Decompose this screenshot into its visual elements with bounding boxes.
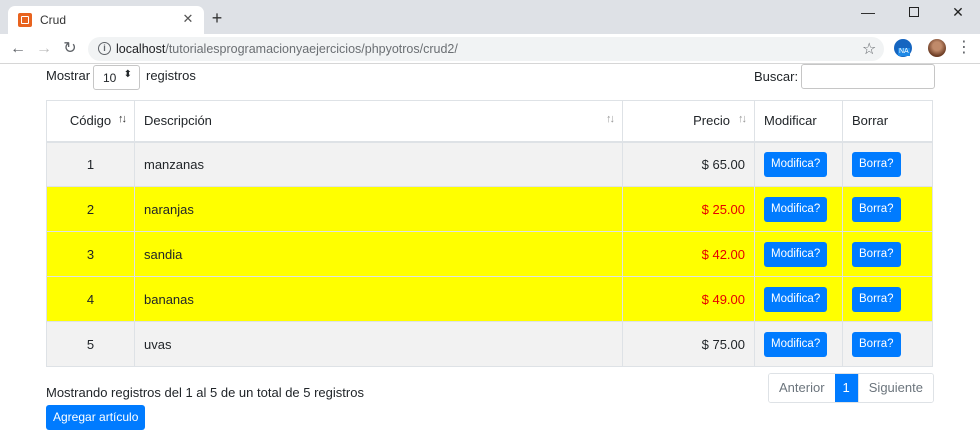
articles-table: Código ↑↓ Descripción ↑↓ Precio ↑↓ Modifica… (46, 100, 933, 367)
cell-description: naranjas (134, 186, 623, 232)
cell-price: $ 42.00 (622, 231, 755, 277)
cell-modify: Modifica? (754, 141, 843, 187)
delete-button[interactable]: Borra? (852, 196, 901, 222)
cell-delete: Borra? (842, 186, 933, 232)
delete-button[interactable]: Borra? (852, 286, 901, 312)
table-row: 4 bananas $ 49.00 Modifica? Borra? (46, 276, 933, 322)
select-arrows-icon: ⬍ (123, 69, 132, 80)
delete-button[interactable]: Borra? (852, 241, 901, 267)
cell-delete: Borra? (842, 276, 933, 322)
page-length-value: 10 (103, 71, 117, 85)
extension-icon[interactable] (894, 39, 912, 57)
modify-button[interactable]: Modifica? (764, 241, 828, 267)
cell-price: $ 49.00 (622, 276, 755, 322)
column-header-code[interactable]: Código ↑↓ (46, 100, 135, 143)
cell-modify: Modifica? (754, 186, 843, 232)
modify-button[interactable]: Modifica? (764, 151, 828, 177)
pagination-previous[interactable]: Anterior (769, 374, 835, 402)
sort-asc-icon: ↑↓ (118, 113, 127, 125)
records-label: registros (146, 68, 196, 83)
cell-description: sandia (134, 231, 623, 277)
cell-price: $ 65.00 (622, 141, 755, 187)
table-row: 1 manzanas $ 65.00 Modifica? Borra? (46, 141, 933, 187)
new-tab-icon[interactable]: + (208, 9, 226, 27)
search-label: Buscar: (754, 69, 799, 84)
site-info-icon[interactable]: i (98, 42, 111, 55)
browser-tab[interactable]: Crud ✕ (8, 6, 204, 34)
reload-icon[interactable]: ↻ (60, 39, 80, 59)
column-header-price[interactable]: Precio ↑↓ (622, 100, 755, 143)
table-row: 5 uvas $ 75.00 Modifica? Borra? (46, 321, 933, 367)
close-tab-icon[interactable]: ✕ (180, 11, 196, 27)
show-label: Mostrar (46, 68, 91, 83)
table-row: 2 naranjas $ 25.00 Modifica? Borra? (46, 186, 933, 232)
sort-icon: ↑↓ (606, 113, 615, 125)
browser-tab-strip: Crud ✕ + — ✕ (0, 0, 980, 34)
cell-code: 1 (46, 141, 135, 187)
sort-icon: ↑↓ (738, 113, 747, 125)
cell-description: uvas (134, 321, 623, 367)
cell-modify: Modifica? (754, 321, 843, 367)
cell-delete: Borra? (842, 231, 933, 277)
delete-button[interactable]: Borra? (852, 151, 901, 177)
page-content: Mostrar 10 ⬍ registros Buscar: Código ↑↓ … (0, 64, 980, 442)
tab-title: Crud (40, 13, 67, 27)
column-header-description[interactable]: Descripción ↑↓ (134, 100, 623, 143)
table-header-row: Código ↑↓ Descripción ↑↓ Precio ↑↓ Modifica… (46, 100, 933, 143)
modify-button[interactable]: Modifica? (764, 286, 828, 312)
cell-description: bananas (134, 276, 623, 322)
cell-price: $ 75.00 (622, 321, 755, 367)
cell-price: $ 25.00 (622, 186, 755, 232)
cell-modify: Modifica? (754, 231, 843, 277)
maximize-window-icon[interactable] (892, 0, 936, 26)
table-info-text: Mostrando registros del 1 al 5 de un tot… (46, 385, 364, 400)
pagination-next[interactable]: Siguiente (857, 374, 933, 402)
add-article-button[interactable]: Agregar artículo (46, 405, 146, 430)
cell-delete: Borra? (842, 141, 933, 187)
search-input[interactable] (801, 64, 935, 89)
delete-button[interactable]: Borra? (852, 331, 901, 357)
minimize-window-icon[interactable]: — (846, 0, 890, 26)
page-length-select[interactable]: 10 ⬍ (93, 65, 140, 90)
modify-button[interactable]: Modifica? (764, 196, 828, 222)
table-row: 3 sandia $ 42.00 Modifica? Borra? (46, 231, 933, 277)
pagination-page-1[interactable]: 1 (834, 374, 858, 402)
cell-delete: Borra? (842, 321, 933, 367)
profile-avatar[interactable] (928, 39, 946, 57)
cell-modify: Modifica? (754, 276, 843, 322)
cell-code: 4 (46, 276, 135, 322)
browser-toolbar: ← → ↻ i localhost/tutorialesprogramacion… (0, 34, 980, 64)
browser-menu-icon[interactable]: ⋮ (956, 38, 972, 58)
cell-code: 3 (46, 231, 135, 277)
cell-code: 2 (46, 186, 135, 232)
cell-description: manzanas (134, 141, 623, 187)
column-header-delete: Borrar (842, 100, 933, 143)
bookmark-star-icon[interactable]: ☆ (862, 39, 876, 59)
xampp-favicon-icon (18, 13, 32, 27)
back-arrow-icon[interactable]: ← (8, 39, 28, 59)
cell-code: 5 (46, 321, 135, 367)
forward-arrow-icon[interactable]: → (34, 39, 54, 59)
close-window-icon[interactable]: ✕ (936, 0, 980, 26)
modify-button[interactable]: Modifica? (764, 331, 828, 357)
url-text: localhost/tutorialesprogramacionyaejerci… (116, 42, 458, 56)
pagination: Anterior 1 Siguiente (768, 373, 934, 403)
column-header-modify: Modificar (754, 100, 843, 143)
address-bar[interactable]: i localhost/tutorialesprogramacionyaejer… (88, 37, 884, 61)
